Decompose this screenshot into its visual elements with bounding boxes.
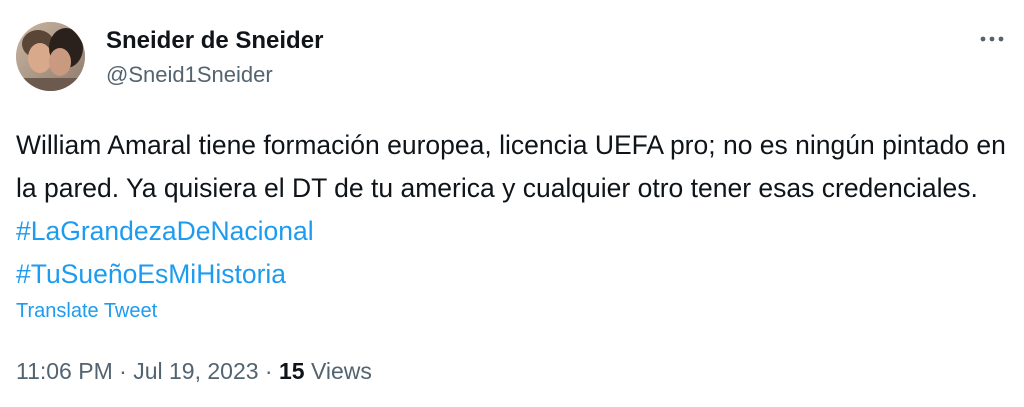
tweet-meta: 11:06 PM · Jul 19, 2023 · 15 Views [16,358,372,385]
tweet-body-text: William Amaral tiene formación europea, … [16,130,1006,203]
hashtag-link[interactable]: #LaGrandezaDeNacional [16,216,314,246]
tweet-card[interactable]: Sneider de Sneider @Sneid1Sneider Willia… [0,0,1024,407]
translate-tweet-link[interactable]: Translate Tweet [16,300,157,323]
author-handle[interactable]: @Sneid1Sneider [106,62,273,88]
author-name[interactable]: Sneider de Sneider [106,27,323,55]
meta-separator: · [112,358,134,384]
views-count: 15 [278,358,305,384]
tweet-date[interactable]: Jul 19, 2023 [133,358,258,384]
hashtag-link[interactable]: #TuSueñoEsMiHistoria [16,259,286,289]
meta-separator: · [258,358,279,384]
views-label: Views [304,358,372,384]
more-horizontal-icon [980,36,1004,42]
tweet-time[interactable]: 11:06 PM [16,358,113,384]
tweet-text: William Amaral tiene formación europea, … [16,124,1011,296]
avatar[interactable] [16,22,85,91]
more-options-button[interactable] [974,24,1010,54]
